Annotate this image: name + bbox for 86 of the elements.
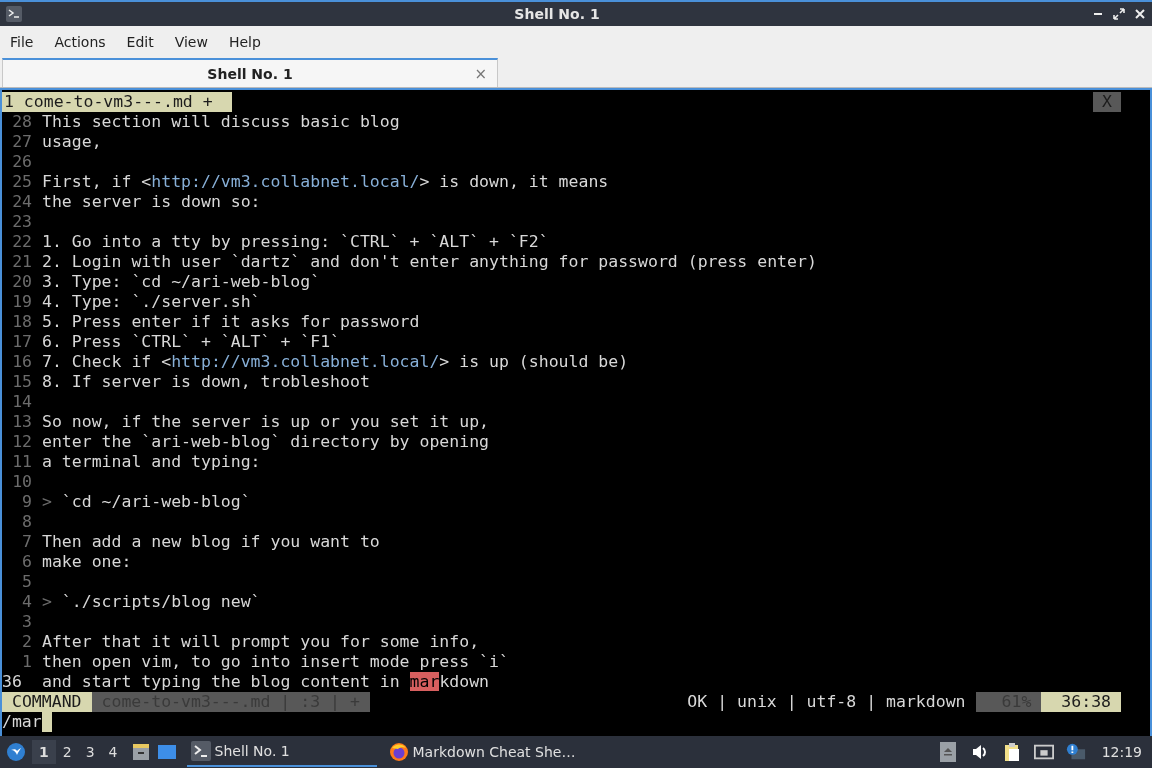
line-number: 12	[11, 432, 32, 452]
line-number: 19	[11, 292, 32, 312]
globe-icon	[388, 742, 409, 762]
line-number: 7	[21, 532, 32, 552]
text-line: Then add a new blog if you want to	[42, 532, 380, 552]
line-number: 5	[21, 572, 32, 592]
text-line: > `cd ~/ari-web-blog`	[42, 492, 251, 512]
terminal-icon	[190, 741, 211, 761]
line-number: 16	[11, 352, 32, 372]
line-number: 6	[21, 552, 32, 572]
line-number: 21	[11, 252, 32, 272]
text-line: 3. Type: `cd ~/ari-web-blog`	[42, 272, 321, 292]
menu-item[interactable]: Actions	[54, 32, 116, 52]
text-line: enter the `ari-web-blog` directory by opening	[42, 432, 490, 452]
cursor-position: 36:38	[1041, 692, 1121, 712]
menu-item[interactable]: Help	[228, 32, 271, 52]
workspace-button[interactable]: 1	[32, 740, 56, 764]
line-number: 25	[11, 172, 32, 192]
menu-item[interactable]: File	[10, 32, 44, 52]
line-number: 3	[21, 612, 32, 632]
line-number: 36	[2, 672, 23, 692]
line-number: 9	[21, 492, 32, 512]
bird-icon[interactable]	[6, 742, 26, 762]
line-number: 4	[21, 592, 32, 612]
workspace-button[interactable]: 4	[101, 740, 125, 764]
link[interactable]: http://vm3.collabnet.local/	[171, 352, 440, 371]
text-line: 7. Check if <http://vm3.collabnet.local/> is up (should be)	[42, 352, 629, 372]
text-line: 2. Login with user `dartz` and don't enter anything for password (press enter)	[42, 252, 817, 272]
desktop-icon[interactable]	[156, 742, 177, 762]
file-cabinet-icon[interactable]	[130, 742, 151, 762]
close-icon[interactable]	[1134, 8, 1146, 20]
text-line: 1. Go into a tty by pressing: `CTRL` + `ALT` + `F2`	[42, 232, 549, 252]
text-line: 5. Press enter if it asks for password	[42, 312, 420, 332]
tab[interactable]: Shell No. 1 ×	[2, 58, 498, 87]
menu-item[interactable]: Edit	[126, 32, 164, 52]
line-number: 26	[11, 152, 32, 172]
text-line: 4. Type: `./server.sh`	[42, 292, 261, 312]
line-number: 27	[11, 132, 32, 152]
text-line: and start typing the blog content in markdown	[42, 672, 490, 692]
line-number: 11	[11, 452, 32, 472]
eject-icon[interactable]	[937, 742, 958, 762]
line-number: 14	[11, 392, 32, 412]
line-number: 22	[11, 232, 32, 252]
line-number: 8	[21, 512, 32, 532]
text-line: make one:	[42, 552, 132, 572]
line-number: 10	[11, 472, 32, 492]
line-number: 24	[11, 192, 32, 212]
text-line: 8. If server is down, trobleshoot	[42, 372, 370, 392]
search-highlight: mar	[409, 672, 440, 691]
file-details: OK | unix | utf-8 | markdown	[687, 692, 967, 712]
maximize-icon[interactable]	[1113, 8, 1125, 20]
menu-item[interactable]: View	[174, 32, 218, 52]
text-line: > `./scripts/blog new`	[42, 592, 261, 612]
line-number: 15	[11, 372, 32, 392]
mode-indicator: COMMAND	[2, 692, 92, 712]
text-line: then open vim, to go into insert mode press `i`	[42, 652, 509, 672]
text-line: 6. Press `CTRL` + `ALT` + `F1`	[42, 332, 340, 352]
line-number: 18	[11, 312, 32, 332]
text-line: usage,	[42, 132, 102, 152]
close-icon[interactable]: ×	[474, 65, 487, 83]
text-cursor	[41, 712, 52, 732]
taskbar-button[interactable]: Shell No. 1	[186, 737, 377, 767]
text-line: First, if <http://vm3.collabnet.local/> is down, it means	[42, 172, 609, 192]
workspace-button[interactable]: 2	[55, 740, 79, 764]
window-title: Shell No. 1	[513, 6, 601, 22]
line-number: 13	[11, 412, 32, 432]
text-line: a terminal and typing:	[42, 452, 261, 472]
text-line: This section will discuss basic blog	[42, 112, 400, 132]
taskbar-button[interactable]: Markdown Cheat She…	[384, 737, 575, 767]
line-number: 28	[11, 112, 32, 132]
terminal-icon	[6, 6, 22, 22]
line-number: 17	[11, 332, 32, 352]
workspace-button[interactable]: 3	[78, 740, 102, 764]
command-line[interactable]: /mar	[2, 712, 42, 732]
network-icon[interactable]	[1033, 742, 1054, 762]
text-line: After that it will prompt you for some info,	[42, 632, 480, 652]
notification-icon[interactable]	[1065, 742, 1086, 762]
line-number: 20	[11, 272, 32, 292]
text-line: So now, if the server is up or you set it up,	[42, 412, 490, 432]
link[interactable]: http://vm3.collabnet.local/	[151, 172, 420, 191]
line-number: 23	[11, 212, 32, 232]
buffer-tab[interactable]: 1 come-to-vm3---.md +	[2, 92, 232, 112]
line-number: 1	[21, 652, 32, 672]
line-number: 2	[21, 632, 32, 652]
clock: 12:19	[1101, 744, 1142, 760]
text-line: the server is down so:	[42, 192, 261, 212]
